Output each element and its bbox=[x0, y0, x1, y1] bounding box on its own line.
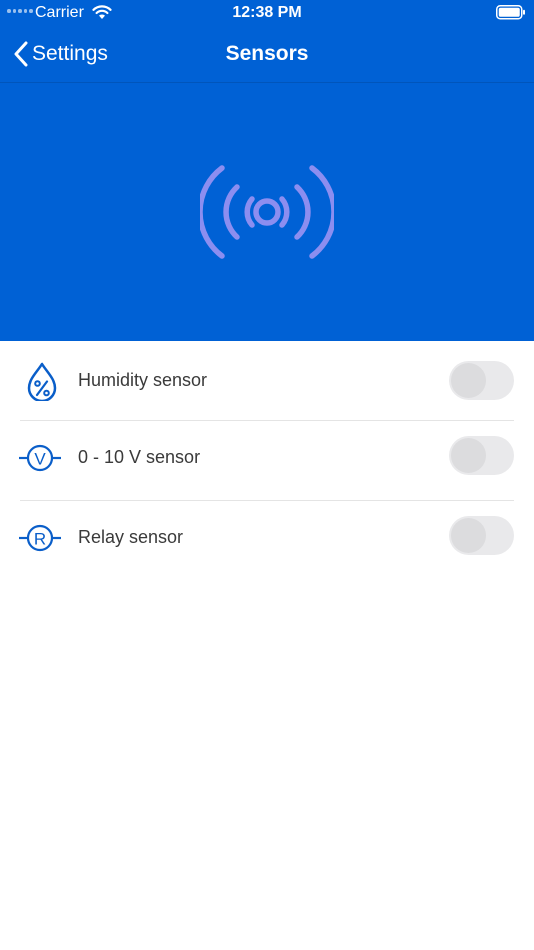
sensor-label: 0 - 10 V sensor bbox=[78, 447, 201, 467]
list-item-relay-sensor: R Relay sensor bbox=[0, 501, 534, 581]
status-bar: Carrier 12:38 PM bbox=[0, 0, 534, 26]
sensor-label: Humidity sensor bbox=[78, 370, 208, 390]
page-title: Sensors bbox=[225, 42, 309, 65]
status-time: 12:38 PM bbox=[232, 4, 302, 21]
humidity-sensor-toggle[interactable] bbox=[449, 361, 514, 400]
toggle-knob bbox=[451, 438, 486, 473]
broadcast-signal-icon bbox=[200, 165, 334, 259]
toggle-knob bbox=[451, 363, 486, 398]
svg-text:R: R bbox=[34, 530, 46, 549]
sensor-list: Humidity sensor V 0 - 10 V sensor R Rela… bbox=[0, 341, 534, 581]
list-item-humidity-sensor: Humidity sensor bbox=[0, 341, 534, 421]
list-item-voltage-sensor: V 0 - 10 V sensor bbox=[0, 421, 534, 501]
humidity-drop-icon bbox=[27, 362, 57, 401]
toggle-knob bbox=[451, 518, 486, 553]
battery-icon bbox=[496, 5, 525, 20]
voltage-v-icon: V bbox=[19, 444, 61, 472]
navigation-bar: Settings Sensors bbox=[0, 26, 534, 83]
header-banner: Carrier 12:38 PM Settings Sensors bbox=[0, 0, 534, 341]
svg-text:V: V bbox=[34, 450, 46, 469]
sensor-label: Relay sensor bbox=[78, 527, 184, 547]
voltage-sensor-toggle[interactable] bbox=[449, 436, 514, 475]
relay-sensor-toggle[interactable] bbox=[449, 516, 514, 555]
relay-r-icon: R bbox=[19, 524, 61, 552]
